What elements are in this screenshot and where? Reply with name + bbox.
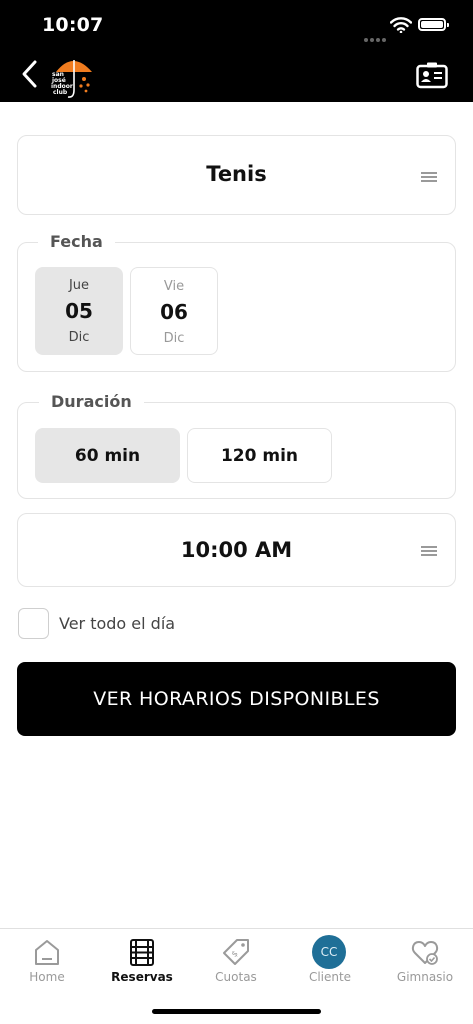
duration-section-label: Duración: [39, 392, 144, 411]
nav-bar: san josé indoor club: [0, 50, 473, 102]
heart-check-icon: [411, 941, 439, 965]
tab-home[interactable]: Home: [0, 929, 94, 989]
all-day-label: Ver todo el día: [59, 614, 176, 633]
club-logo: san josé indoor club: [51, 60, 92, 98]
home-indicator: [152, 1009, 321, 1014]
date-day: 06: [160, 300, 188, 324]
tab-label: Reservas: [111, 970, 173, 984]
view-available-times-button[interactable]: VER HORARIOS DISPONIBLES: [17, 662, 456, 736]
dropdown-lines-icon: [421, 172, 437, 184]
tab-label: Home: [29, 970, 65, 984]
wifi-icon: [390, 17, 412, 33]
date-day: 05: [65, 299, 93, 323]
tab-gimnasio[interactable]: Gimnasio: [378, 929, 472, 989]
time-value: 10:00 AM: [180, 538, 293, 562]
status-bar: 10:07: [0, 0, 473, 50]
date-option-jue[interactable]: Jue 05 Dic: [35, 267, 123, 355]
tab-label: Gimnasio: [396, 970, 454, 984]
date-weekday: Vie: [163, 279, 185, 294]
member-card-icon[interactable]: [416, 61, 448, 89]
all-day-checkbox[interactable]: [18, 608, 49, 639]
date-section-label: Fecha: [38, 232, 115, 251]
time-selector[interactable]: 10:00 AM: [17, 513, 456, 587]
tab-cuotas[interactable]: $ Cuotas: [189, 929, 283, 989]
dropdown-lines-icon: [421, 546, 437, 558]
price-tag-icon: $: [223, 939, 249, 965]
duration-option-120[interactable]: 120 min: [187, 428, 332, 483]
tab-reservas[interactable]: Reservas: [95, 929, 189, 989]
signal-icon: [364, 27, 388, 46]
status-time: 10:07: [42, 14, 104, 36]
date-weekday: Jue: [68, 278, 90, 293]
svg-text:$: $: [230, 949, 240, 959]
avatar: CC: [312, 935, 346, 969]
tab-label: Cuotas: [215, 970, 257, 984]
tab-cliente[interactable]: CC Cliente: [283, 929, 377, 989]
battery-icon: [418, 18, 449, 31]
film-calendar-icon: [130, 939, 154, 966]
tab-label: Cliente: [308, 970, 352, 984]
back-chevron-icon[interactable]: [18, 58, 42, 90]
date-option-vie[interactable]: Vie 06 Dic: [130, 267, 218, 355]
logo-text-4: club: [53, 89, 68, 96]
duration-option-60[interactable]: 60 min: [35, 428, 180, 483]
home-icon: [35, 940, 59, 965]
date-month: Dic: [68, 330, 90, 345]
sport-selector[interactable]: Tenis: [17, 135, 456, 215]
sport-value: Tenis: [206, 162, 267, 186]
date-month: Dic: [163, 331, 185, 346]
